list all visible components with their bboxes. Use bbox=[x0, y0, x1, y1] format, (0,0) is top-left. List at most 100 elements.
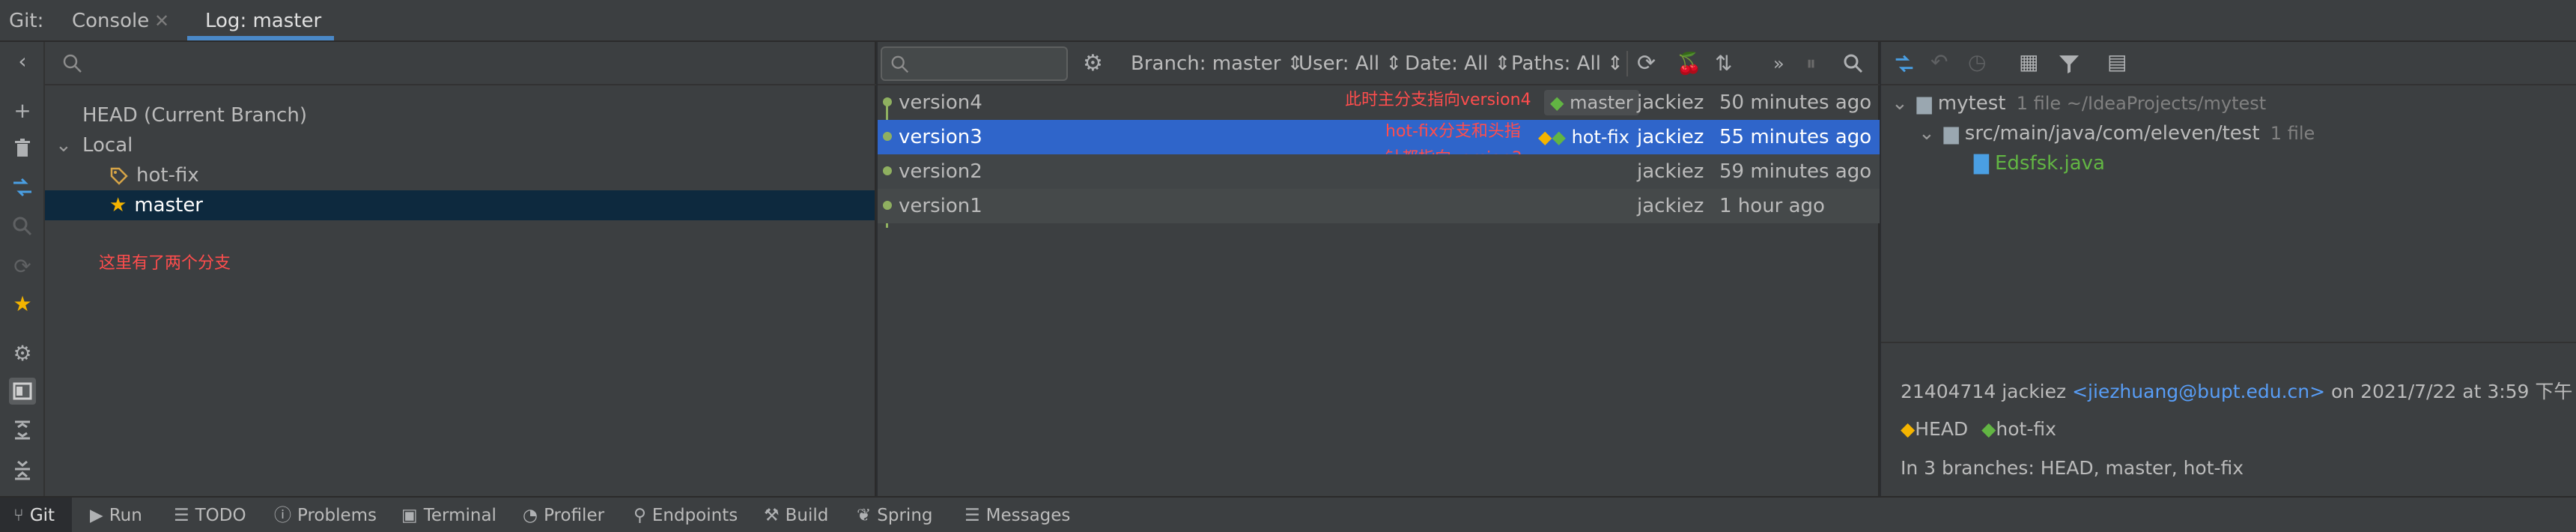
filter-icon[interactable] bbox=[2056, 51, 2082, 76]
branch-search-field[interactable] bbox=[45, 42, 876, 85]
commit-row[interactable]: version1 jackiez 1 hour ago bbox=[878, 189, 1880, 223]
endpoints-icon: ⚲ bbox=[634, 506, 646, 525]
sort-arrows-icon[interactable]: ⇅ bbox=[1715, 49, 1732, 78]
commit-row[interactable]: version4 此时主分支指向version4 ◆ master jackie… bbox=[878, 85, 1880, 120]
chevron-down-icon[interactable]: ⌄ bbox=[1919, 122, 1935, 145]
more-icon[interactable]: » bbox=[1773, 49, 1784, 78]
commit-log-panel: ⚙ Branch: master ⇕ User: All ⇕ Date: All… bbox=[878, 42, 1880, 496]
tool-messages[interactable]: ☰ Messages bbox=[965, 504, 1070, 528]
cherry-pick-icon[interactable]: 🍒 bbox=[1676, 49, 1702, 78]
tool-profiler[interactable]: ◔ Profiler bbox=[523, 504, 604, 528]
gear-icon[interactable]: ⚙ bbox=[1083, 49, 1103, 78]
info-icon: ⓘ bbox=[274, 506, 291, 525]
branch-filter[interactable]: Branch: master ⇕ bbox=[1131, 49, 1303, 78]
star-icon[interactable]: ★ bbox=[9, 291, 36, 318]
branch-item-master[interactable]: ★ master bbox=[45, 190, 875, 220]
branch-search-input[interactable] bbox=[90, 49, 839, 78]
group-by-icon[interactable]: ▦ bbox=[2019, 49, 2038, 74]
branch-label: hot-fix bbox=[136, 164, 199, 187]
play-icon: ▶ bbox=[90, 506, 103, 525]
close-icon[interactable]: ✕ bbox=[154, 9, 169, 33]
module-meta: 1 file ~/IdeaProjects/mytest bbox=[2016, 93, 2267, 114]
active-tab-indicator bbox=[187, 36, 334, 40]
tool-endpoints[interactable]: ⚲ Endpoints bbox=[634, 504, 738, 528]
tool-run[interactable]: ▶ Run bbox=[90, 504, 142, 528]
commit-author: jackiez bbox=[1637, 91, 1704, 114]
search-icon[interactable] bbox=[1842, 52, 1865, 75]
merge-arrows-icon[interactable] bbox=[1892, 51, 1917, 76]
annotation-hotfix-line1: hot-fix分支和头指 bbox=[1385, 122, 1521, 141]
commit-message: version4 bbox=[899, 91, 982, 114]
panel-toggle-icon[interactable] bbox=[9, 378, 36, 405]
layout-icon[interactable]: ▤ bbox=[2107, 49, 2127, 74]
list-icon: ☰ bbox=[174, 506, 189, 525]
tag-icon: ◆ bbox=[1550, 92, 1564, 113]
paths-filter[interactable]: Paths: All ⇕ bbox=[1511, 49, 1623, 78]
commit-node bbox=[883, 97, 892, 106]
commit-row[interactable]: version2 jackiez 59 minutes ago bbox=[878, 154, 1880, 189]
tree-node-package[interactable]: ⌄ ▆ src/main/java/com/eleven/test 1 file bbox=[1919, 118, 2315, 148]
search-icon bbox=[61, 52, 84, 75]
commit-hash-author: 21404714 jackiez bbox=[1901, 381, 2067, 402]
log-search-field[interactable] bbox=[881, 46, 1068, 81]
user-filter[interactable]: User: All ⇕ bbox=[1298, 49, 1402, 78]
commit-author: jackiez bbox=[1637, 160, 1704, 183]
author-email-link[interactable]: <jiezhuang@bupt.edu.cn> bbox=[2072, 381, 2325, 402]
date-filter[interactable]: Date: All ⇕ bbox=[1405, 49, 1510, 78]
folder-icon: ▆ bbox=[1916, 92, 1932, 115]
undo-icon[interactable]: ↶ bbox=[1931, 49, 1948, 74]
commit-time: 59 minutes ago bbox=[1719, 160, 1872, 183]
trash-icon[interactable] bbox=[9, 135, 36, 162]
branch-group-local[interactable]: ⌄ Local bbox=[45, 130, 875, 160]
commit-node bbox=[883, 166, 892, 175]
tool-problems[interactable]: ⓘ Problems bbox=[274, 504, 377, 528]
commit-details-header: 21404714 jackiez <jiezhuang@bupt.edu.cn>… bbox=[1901, 378, 2572, 406]
tab-console[interactable]: Console bbox=[72, 6, 149, 36]
pause-icon[interactable]: ⏸ bbox=[1806, 49, 1816, 78]
git-branch-icon: ⑂ bbox=[13, 506, 24, 525]
java-file-icon: ▇ bbox=[1974, 152, 1989, 175]
expand-all-icon[interactable] bbox=[9, 417, 36, 444]
local-label: Local bbox=[82, 134, 133, 157]
back-arrow-icon[interactable]: ‹ bbox=[9, 48, 36, 75]
tool-build[interactable]: ⚒ Build bbox=[764, 504, 828, 528]
tool-terminal[interactable]: ▣ Terminal bbox=[401, 504, 496, 528]
star-icon: ★ bbox=[109, 194, 127, 217]
module-name: mytest bbox=[1937, 92, 2006, 115]
refresh-icon[interactable]: ⟳ bbox=[9, 253, 36, 280]
tool-window-header: Git: Console ✕ Log: master bbox=[0, 0, 2576, 42]
branch-head[interactable]: HEAD (Current Branch) bbox=[45, 100, 875, 130]
branch-item-hot-fix[interactable]: hot-fix bbox=[45, 160, 875, 190]
git-label: Git: bbox=[9, 10, 44, 32]
profiler-icon: ◔ bbox=[523, 506, 538, 525]
commit-branches: In 3 branches: HEAD, master, hot-fix bbox=[1901, 457, 2244, 479]
tab-log-master[interactable]: Log: master bbox=[205, 6, 321, 36]
tool-todo[interactable]: ☰ TODO bbox=[174, 504, 246, 528]
ref-label-master: ◆ master bbox=[1544, 90, 1639, 115]
hammer-icon: ⚒ bbox=[764, 506, 780, 525]
tool-git[interactable]: ⑂ Git bbox=[13, 504, 55, 528]
chevron-down-icon[interactable]: ⌄ bbox=[55, 130, 82, 160]
gear-icon[interactable]: ⚙ bbox=[9, 340, 36, 367]
commit-row-selected[interactable]: version3 hot-fix分支和头指 ◆◆ hot-fix jackiez… bbox=[878, 120, 1880, 154]
commit-message: version2 bbox=[899, 160, 982, 183]
search-icon bbox=[890, 54, 911, 75]
collapse-all-icon[interactable] bbox=[9, 456, 36, 483]
refresh-icon[interactable]: ⟳ bbox=[1637, 49, 1656, 78]
log-search-input[interactable] bbox=[915, 51, 1057, 76]
tree-node-mytest[interactable]: ⌄ ▆ mytest 1 file ~/IdeaProjects/mytest bbox=[1892, 88, 2266, 118]
tool-spring[interactable]: ❦ Spring bbox=[857, 504, 933, 528]
search-icon[interactable] bbox=[9, 213, 36, 240]
ref-label-hot-fix: ◆◆ hot-fix bbox=[1538, 127, 1629, 148]
merge-arrows-icon[interactable] bbox=[9, 174, 36, 201]
details-divider bbox=[1881, 342, 2576, 343]
commit-node bbox=[883, 201, 892, 210]
commit-message: version1 bbox=[899, 195, 982, 217]
tree-node-file[interactable]: ▇ Edsfsk.java bbox=[1974, 148, 2105, 178]
chevron-down-icon[interactable]: ⌄ bbox=[1892, 92, 1908, 115]
tag-icon: ◆ bbox=[1901, 418, 1916, 440]
left-toolbar: ‹ + ⟳ ★ ⚙ bbox=[0, 42, 45, 496]
history-icon[interactable]: ◷ bbox=[1968, 49, 1986, 74]
plus-icon[interactable]: + bbox=[9, 97, 36, 124]
toolbar-divider bbox=[1626, 51, 1628, 76]
